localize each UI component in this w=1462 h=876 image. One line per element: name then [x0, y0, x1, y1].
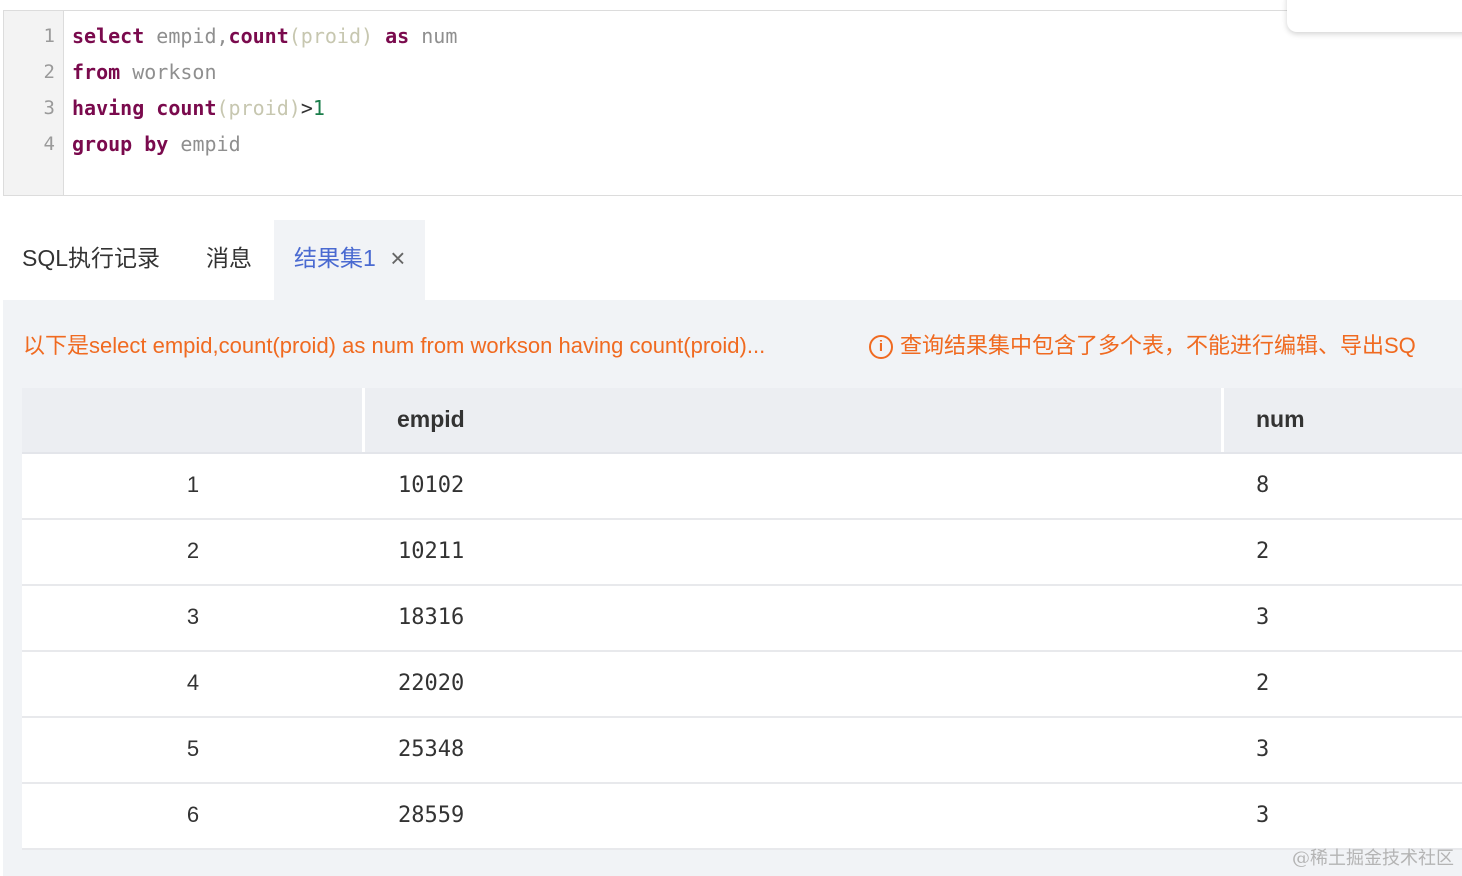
line-number: 1	[43, 25, 55, 47]
cell-num[interactable]: 3	[1256, 784, 1269, 848]
row-index[interactable]: 6	[22, 784, 364, 846]
tab-messages[interactable]: 消息	[206, 220, 252, 300]
close-icon[interactable]: ×	[390, 220, 405, 296]
sql-token: >	[300, 96, 313, 120]
result-grid: empid num 1 10102 8 2 10211 2 3 18316 3 4 22020 2 5 2…	[22, 388, 1462, 850]
grid-body: 1 10102 8 2 10211 2 3 18316 3 4 22020 2 5 25348 3 6 2855…	[22, 454, 1462, 850]
code-line[interactable]: from workson	[72, 60, 217, 84]
query-summary: 以下是select empid,count(proid) as num from…	[23, 333, 766, 358]
cell-empid[interactable]: 28559	[398, 784, 464, 848]
cell-num[interactable]: 2	[1256, 520, 1269, 584]
cell-num[interactable]: 3	[1256, 718, 1269, 782]
cell-empid[interactable]: 10102	[398, 454, 464, 518]
cell-num[interactable]: 3	[1256, 586, 1269, 650]
cell-num[interactable]: 8	[1256, 454, 1269, 518]
sql-token: 1	[312, 96, 325, 120]
column-header-num[interactable]: num	[1256, 388, 1305, 452]
sql-keyword: count	[156, 96, 217, 120]
sql-token: (proid)	[288, 24, 374, 48]
line-number: 2	[43, 61, 55, 83]
line-number: 3	[43, 97, 55, 119]
cell-empid[interactable]: 25348	[398, 718, 464, 782]
sql-token: empid,	[144, 24, 229, 48]
cell-empid[interactable]: 22020	[398, 652, 464, 716]
table-row[interactable]: 2 10211 2	[22, 520, 1462, 586]
table-row[interactable]: 4 22020 2	[22, 652, 1462, 718]
sql-editor[interactable]: 1 2 3 4 select empid,count(proid) as num…	[3, 10, 1462, 196]
sql-keyword: select	[72, 24, 145, 48]
code-line[interactable]: group by empid	[72, 132, 241, 156]
grid-header: empid num	[22, 388, 1462, 454]
table-row[interactable]: 1 10102 8	[22, 454, 1462, 520]
sql-keyword: as	[385, 24, 410, 48]
sql-keyword: count	[228, 24, 289, 48]
readonly-notice: i 查询结果集中包含了多个表，不能进行编辑、导出SQ	[869, 328, 1416, 360]
row-index[interactable]: 3	[22, 586, 364, 648]
tab-result-label: 结果集1	[294, 245, 376, 271]
tab-sql-history[interactable]: SQL执行记录	[22, 220, 160, 300]
line-number: 4	[43, 133, 55, 155]
result-tabs: SQL执行记录 消息 结果集1 ×	[0, 220, 1462, 300]
row-index[interactable]: 2	[22, 520, 364, 582]
table-row[interactable]: 3 18316 3	[22, 586, 1462, 652]
code-line[interactable]: having count(proid)>1	[72, 96, 325, 120]
column-divider[interactable]	[1221, 388, 1224, 452]
readonly-notice-text: 查询结果集中包含了多个表，不能进行编辑、导出SQ	[900, 333, 1416, 358]
table-row[interactable]: 6 28559 3	[22, 784, 1462, 850]
result-panel: 以下是select empid,count(proid) as num from…	[3, 300, 1462, 876]
code-line[interactable]: select empid,count(proid) as num	[72, 24, 457, 48]
sql-keyword: having	[72, 96, 145, 120]
line-number-gutter: 1 2 3 4	[4, 11, 64, 195]
sql-token: num	[409, 24, 458, 48]
sql-token: (proid)	[216, 96, 301, 120]
row-index[interactable]: 4	[22, 652, 364, 714]
sql-keyword: group	[72, 132, 133, 156]
table-row[interactable]: 5 25348 3	[22, 718, 1462, 784]
floating-popup-edge	[1287, 0, 1462, 32]
watermark: @稀土掘金技术社区	[1292, 848, 1454, 869]
sql-token: workson	[120, 60, 217, 84]
column-divider[interactable]	[362, 388, 365, 452]
cell-num[interactable]: 2	[1256, 652, 1269, 716]
cell-empid[interactable]: 10211	[398, 520, 464, 584]
info-icon: i	[869, 335, 893, 359]
column-header-empid[interactable]: empid	[397, 388, 465, 452]
sql-keyword: by	[144, 132, 169, 156]
row-index[interactable]: 5	[22, 718, 364, 780]
tab-result-set-1[interactable]: 结果集1 ×	[274, 220, 426, 300]
sql-keyword: from	[72, 60, 121, 84]
sql-token: empid	[168, 132, 241, 156]
cell-empid[interactable]: 18316	[398, 586, 464, 650]
row-index[interactable]: 1	[22, 454, 364, 516]
